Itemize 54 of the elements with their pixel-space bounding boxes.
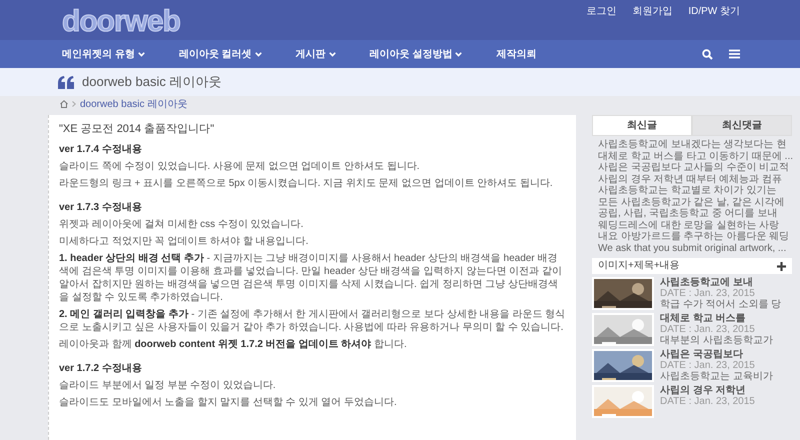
post-excerpt: 대부분의 사립초등학교가 <box>660 335 773 346</box>
post-excerpt: 학급 수가 적어서 소외를 당 <box>660 299 782 310</box>
recent-post-link[interactable]: 사립의 경우 저학년 때부터 예체능과 컴퓨 <box>592 174 792 185</box>
menu-icon[interactable] <box>729 48 740 58</box>
recent-post-link[interactable]: We ask that you submit original artwork, ... <box>592 242 792 254</box>
sidebar-tab[interactable]: 최신댓글 <box>692 115 792 136</box>
recent-post-link[interactable]: 공립, 사립, 국립초등학교 중 어디를 보내 <box>592 208 792 220</box>
page-title: doorweb basic 레이아웃 <box>82 73 222 92</box>
widget-title: 이미지+제목+내용 <box>598 260 680 272</box>
post-date: DATE : Jan. 23, 2015 <box>660 288 756 299</box>
post-title[interactable]: 대체로 학교 버스를 <box>660 313 773 324</box>
home-icon[interactable] <box>60 100 68 108</box>
nav-link[interactable]: 레이아웃 컬러셋 <box>178 46 262 62</box>
post-excerpt: 사립초등학교는 교육비가 <box>660 371 773 382</box>
paragraph: 레이아웃과 함께 doorweb content 위젯 1.7.2 버전을 업데이트 하셔야 합니다. <box>59 338 408 350</box>
post-title[interactable]: 사립은 국공립보다 <box>660 349 773 360</box>
sidebar-tab[interactable]: 최신글 <box>592 115 692 136</box>
recent-post-link[interactable]: 사립초등학교에 보내겠다는 생각보다는 현 <box>592 139 792 150</box>
paragraph: 라운드형의 링크 + 표시를 오른쪽으로 5px 이동시켰습니다. 지금 위치도 문제 없으면 업데이트 안하셔도 됩니다. <box>59 176 554 190</box>
version-heading: ver 1.7.2 수정내용 <box>59 362 143 376</box>
recent-post-link[interactable]: 사립초등학교는 학교별로 차이가 있기는 <box>592 185 792 196</box>
nav-link[interactable]: 메인위젯의 유형 <box>62 46 145 62</box>
nav-link[interactable]: 게시판 <box>296 46 336 62</box>
recent-post-link[interactable]: 내요 아방가르드를 추구하는 아름다운 웨딩 <box>592 231 792 242</box>
nav-link[interactable]: 제작의뢰 <box>496 46 536 62</box>
search-icon[interactable] <box>702 48 713 60</box>
paragraph: 미세하다고 적었지만 꼭 업데이트 하셔야 할 내용입니다. <box>59 234 310 248</box>
top-link[interactable]: ID/PW 찾기 <box>688 4 740 16</box>
plus-icon[interactable] <box>777 262 786 270</box>
paragraph: 2. 메인 갤러리 입력창을 추가 - 기존 설정에 추가해서 한 게시판에서 갤러리형으로 보다 상세한 내용을 라운드 형식으로 노출시키고 싶은 사용자들이 있을거 같아 추가 하였습니다. 사용법에 따라 유용하거나 무의미 할 수 있습니다. <box>59 308 566 334</box>
post-date: DATE : Jan. 23, 2015 <box>660 360 756 371</box>
post-title[interactable]: 사립초등학교에 보내 <box>660 277 782 288</box>
logo[interactable]: doorweb <box>62 0 180 40</box>
paragraph: 슬라이드도 모바일에서 노출을 할지 말지를 선택할 수 있게 열어 두었습니다. <box>59 396 398 408</box>
recent-post-link[interactable]: 모든 사립초등학교가 같은 날, 같은 시각에 <box>592 196 792 208</box>
nav-link[interactable]: 레이아웃 설정방법 <box>370 46 462 62</box>
version-heading: ver 1.7.3 수정내용 <box>59 200 143 214</box>
top-link[interactable]: 회원가입 <box>632 4 672 16</box>
post-date: DATE : Jan. 23, 2015 <box>660 324 756 335</box>
version-heading: ver 1.7.4 수정내용 <box>59 142 143 156</box>
paragraph: 슬라이드 쪽에 수정이 있었습니다. 사용에 문제 없으면 업데이트 안하셔도 됩니다. <box>59 160 421 172</box>
paragraph: 1. header 상단의 배경 선택 추가 - 지금까지는 그냥 배경이미지를 사용해서 header 상단의 배경색을 header 배경색에 검은색 투명 이미지를 이용해 효과를 넣었습니다. 만일 header 상단 배경색을 입력하지 않는다면 이전과 같이 알아서 잡히지만 원하는 배경색을 넣으면 검은색 투명 이미지를 삭제 시켰습니다. 쉽게 정리하면 그냥 상단배경색을 설정할 수 있도록 추가하였습니다. <box>59 252 563 304</box>
paragraph: 슬라이드 부분에서 일정 부분 수정이 있었습니다. <box>59 378 277 392</box>
chevron-icon <box>72 101 76 107</box>
breadcrumb-link[interactable]: doorweb basic 레이아웃 <box>80 96 188 112</box>
article-title: "XE 공모전 2014 출품작입니다" <box>59 122 216 137</box>
top-link[interactable]: 로그인 <box>586 4 616 16</box>
quote-icon <box>58 76 74 88</box>
post-date: DATE : Jan. 23, 2015 <box>660 396 755 407</box>
recent-post-link[interactable]: 웨딩드레스에 대한 로망을 실현하는 사랑 <box>592 220 792 231</box>
recent-post-link[interactable]: 대체로 학교 버스를 타고 이동하기 때문에 ... <box>592 150 792 162</box>
recent-post-link[interactable]: 사립은 국공립보다 교사들의 수준이 비교적 <box>592 162 792 174</box>
paragraph: 위젯과 레이아웃에 걸쳐 미세한 css 수정이 있었습니다. <box>59 218 304 230</box>
post-title[interactable]: 사립의 경우 저학년 <box>660 385 755 396</box>
